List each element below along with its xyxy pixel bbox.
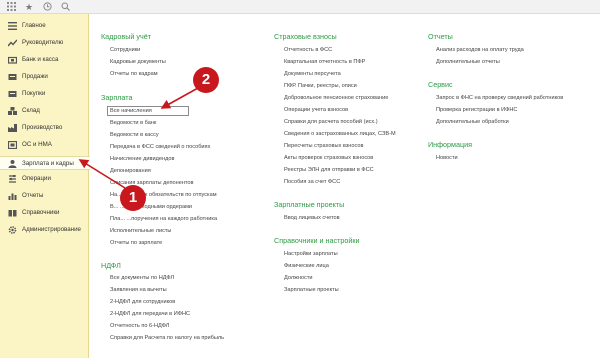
sidebar-item-label: Руководителю	[22, 39, 64, 46]
section-title-ndfl: НДФЛ	[101, 261, 121, 270]
link-salary-settings[interactable]: Настройки зарплаты	[284, 250, 338, 258]
assets-icon	[8, 141, 17, 149]
link-6ndfl[interactable]: Отчетность по 6-НДФЛ	[110, 322, 169, 330]
sidebar-item-label: Операции	[22, 175, 51, 182]
link-audit-acts[interactable]: Акты проверок страховых взносов	[284, 154, 373, 162]
link-deduction-requests[interactable]: Заявления на вычеты	[110, 286, 167, 294]
link-2ndfl-ifns[interactable]: 2-НДФЛ для передачи в ИФНС	[110, 310, 190, 318]
link-contribution-ops[interactable]: Операции учета взносов	[284, 106, 348, 114]
bank-icon	[8, 56, 17, 64]
sidebar-item-label: Главное	[22, 22, 46, 29]
link-individuals[interactable]: Физические лица	[284, 262, 329, 270]
sidebar: Главное Руководителю Банк и касса Продаж…	[0, 14, 90, 358]
link-fss-reporting[interactable]: Отчетность в ФСС	[284, 46, 332, 54]
annotation-badge-1: 1	[120, 185, 146, 211]
link-all-accruals[interactable]: Все начисления	[110, 107, 152, 115]
section-title-salary-projects: Зарплатные проекты	[274, 200, 345, 209]
grid-icon[interactable]	[6, 2, 16, 12]
search-icon[interactable]	[60, 2, 70, 12]
link-voluntary-pension[interactable]: Добровольное пенсионное страхование	[284, 94, 388, 102]
book-icon	[8, 210, 17, 217]
sidebar-item-label: Администрирование	[22, 226, 82, 233]
sidebar-item-label: ОС и НМА	[22, 141, 52, 148]
sidebar-item-label: Справочники	[22, 209, 60, 216]
sidebar-item-purchases[interactable]: Покупки	[0, 87, 89, 101]
chart-icon	[8, 39, 17, 47]
link-deposits[interactable]: Депонирования	[110, 167, 151, 175]
link-fss-transfer[interactable]: Передача в ФСС сведений о пособиях	[110, 143, 210, 151]
gear-icon	[8, 226, 17, 234]
sidebar-item-admin[interactable]: Администрирование	[0, 223, 89, 237]
operations-icon	[9, 175, 16, 183]
sidebar-item-warehouse[interactable]: Склад	[0, 104, 89, 118]
section-title-reports: Отчеты	[428, 32, 453, 41]
link-fns-request[interactable]: Запрос в ФНС на проверку сведений работн…	[436, 94, 563, 102]
person-icon	[8, 160, 17, 168]
link-cash-statements[interactable]: Ведомости в кассу	[110, 131, 159, 139]
top-toolbar: ★	[0, 0, 600, 14]
sidebar-item-label: Банк и касса	[22, 56, 59, 63]
cart-icon	[8, 91, 17, 97]
sidebar-item-reports[interactable]: Отчеты	[0, 189, 89, 203]
link-fss-benefits[interactable]: Пособия за счет ФСС	[284, 178, 340, 186]
sidebar-item-operations[interactable]: Операции	[0, 172, 89, 186]
link-extra-processing[interactable]: Дополнительные обработки	[436, 118, 509, 126]
link-ndfl-docs[interactable]: Все документы по НДФЛ	[110, 274, 174, 282]
link-salary-reports[interactable]: Отчеты по зарплате	[110, 239, 162, 247]
link-profit-tax-certs[interactable]: Справки для Расчета по налогу на прибыль	[110, 334, 224, 342]
sidebar-item-label: Покупки	[22, 90, 46, 97]
star-icon[interactable]: ★	[24, 2, 34, 12]
annotation-badge-2: 2	[193, 67, 219, 93]
sidebar-item-main[interactable]: Главное	[0, 19, 89, 33]
sidebar-item-catalogs[interactable]: Справочники	[0, 206, 89, 220]
link-pfr-quarterly[interactable]: Квартальная отчетность в ПФР	[284, 58, 365, 66]
section-title-hr: Кадровый учёт	[101, 32, 151, 41]
sidebar-item-label: Склад	[22, 107, 40, 114]
section-title-insurance: Страховые взносы	[274, 32, 337, 41]
link-accounts-input[interactable]: Ввод лицевых счетов	[284, 214, 340, 222]
link-benefit-certs[interactable]: Справки для расчета пособий (исх.)	[284, 118, 378, 126]
link-payment-orders[interactable]: Пла... ...поручения на каждого работника	[110, 215, 217, 223]
link-recalculations[interactable]: Пересчеты страховых взносов	[284, 142, 363, 150]
section-title-settings: Справочники и настройки	[274, 236, 360, 245]
link-2ndfl-employees[interactable]: 2-НДФЛ для сотрудников	[110, 298, 175, 306]
link-labor-cost-analysis[interactable]: Анализ расходов на оплату труда	[436, 46, 524, 54]
link-writs[interactable]: Исполнительные листы	[110, 227, 171, 235]
link-news[interactable]: Новости	[436, 154, 458, 162]
history-icon[interactable]	[42, 2, 52, 12]
section-title-salary: Зарплата	[101, 93, 133, 102]
sidebar-item-production[interactable]: Производство	[0, 121, 89, 135]
link-hr-reports[interactable]: Отчеты по кадрам	[110, 70, 158, 78]
sidebar-item-director[interactable]: Руководителю	[0, 36, 89, 50]
link-extra-reports[interactable]: Дополнительные отчеты	[436, 58, 500, 66]
sidebar-item-label: Зарплата и кадры	[22, 160, 74, 167]
section-title-service: Сервис	[428, 80, 453, 89]
list-icon	[8, 22, 17, 30]
sidebar-item-sales[interactable]: Продажи	[0, 70, 89, 84]
link-employees[interactable]: Сотрудники	[110, 46, 140, 54]
section-title-info: Информация	[428, 140, 473, 149]
warehouse-icon	[8, 107, 17, 115]
link-ifns-check[interactable]: Проверка регистрации в ИФНС	[436, 106, 517, 114]
link-deposit-writeoffs[interactable]: Списания зарплаты депонентов	[110, 179, 194, 187]
sidebar-item-salary-hr[interactable]: Зарплата и кадры	[0, 156, 90, 170]
link-bank-statements[interactable]: Ведомости в банк	[110, 119, 156, 127]
sidebar-item-label: Продажи	[22, 73, 48, 80]
link-eln-registers[interactable]: Реестры ЭЛН для отправки в ФСС	[284, 166, 374, 174]
sales-icon	[8, 74, 17, 80]
factory-icon	[8, 124, 17, 132]
link-personal-docs[interactable]: Документы персучета	[284, 70, 341, 78]
sidebar-item-label: Отчеты	[22, 192, 44, 199]
sidebar-item-label: Производство	[22, 124, 63, 131]
link-salary-projects[interactable]: Зарплатные проекты	[284, 286, 339, 294]
link-positions[interactable]: Должности	[284, 274, 313, 282]
sidebar-item-assets[interactable]: ОС и НМА	[0, 138, 89, 152]
link-pfr-packs[interactable]: ПФР. Пачки, реестры, описи	[284, 82, 357, 90]
reports-icon	[8, 193, 17, 200]
link-dividends[interactable]: Начисление дивидендов	[110, 155, 174, 163]
link-hr-documents[interactable]: Кадровые документы	[110, 58, 166, 66]
link-szv-m[interactable]: Сведения о застрахованных лицах, СЗВ-М	[284, 130, 396, 138]
sidebar-item-bank[interactable]: Банк и касса	[0, 53, 89, 67]
